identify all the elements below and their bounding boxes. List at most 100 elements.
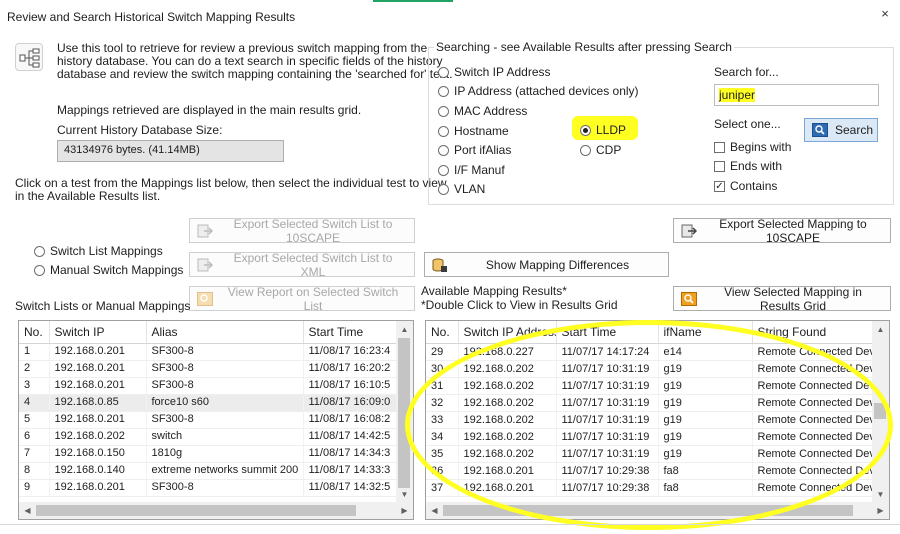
radio-ip-address[interactable]: IP Address (attached devices only) xyxy=(438,84,639,98)
scroll-up-icon[interactable]: ▲ xyxy=(396,321,413,338)
table-row[interactable]: 33 192.168.0.202 11/07/17 10:31:19 g19 Remot… xyxy=(426,411,875,429)
table-row[interactable]: 8 192.168.0.140 extreme networks summit 20… xyxy=(19,462,398,480)
right-horizontal-scrollbar[interactable]: ◀ ▶ xyxy=(426,502,889,519)
radio-circle xyxy=(34,264,45,276)
scroll-down-icon[interactable]: ▼ xyxy=(872,486,889,503)
table-cell: 33 xyxy=(426,411,459,429)
scroll-thumb[interactable] xyxy=(36,505,356,516)
left-vertical-scrollbar[interactable]: ▲ ▼ xyxy=(396,321,413,503)
table-cell: 11/07/17 10:29:38 xyxy=(556,479,659,497)
table-header-row: No. Switch IP Alias Start Time xyxy=(19,321,398,344)
scroll-right-icon[interactable]: ▶ xyxy=(872,502,889,519)
table-row[interactable]: 5 192.168.0.201 SF300-8 11/08/17 16:08:2 xyxy=(19,411,398,429)
radio-mac-address[interactable]: MAC Address xyxy=(438,104,527,118)
top-accent-bar xyxy=(0,0,900,3)
table-cell: SF300-8 xyxy=(146,411,304,429)
scroll-thumb[interactable] xyxy=(874,403,886,419)
table-cell: 192.168.0.201 xyxy=(49,360,147,378)
table-cell: fa8 xyxy=(658,479,753,497)
search-input[interactable]: juniper xyxy=(714,84,879,106)
table-row[interactable]: 34 192.168.0.202 11/07/17 10:31:19 g19 Remot… xyxy=(426,428,875,446)
table-cell: Remote Connected Dev xyxy=(752,343,875,361)
radio-if-manuf[interactable]: I/F Manuf xyxy=(438,163,505,177)
table-row[interactable]: 6 192.168.0.202 switch 11/08/17 14:42:5 xyxy=(19,428,398,446)
table-row[interactable]: 32 192.168.0.202 11/07/17 10:31:19 g19 Remot… xyxy=(426,394,875,412)
left-horizontal-scrollbar[interactable]: ◀ ▶ xyxy=(19,502,413,519)
column-header-string-found[interactable]: String Found xyxy=(752,321,875,344)
radio-circle xyxy=(438,125,449,137)
table-cell: e14 xyxy=(658,343,753,361)
table-cell: 192.168.0.202 xyxy=(458,411,557,429)
table-cell: 192.168.0.201 xyxy=(458,479,557,497)
table-row[interactable]: 30 192.168.0.202 11/07/17 10:31:19 g19 Remot… xyxy=(426,360,875,378)
show-mapping-differences-button[interactable]: Show Mapping Differences xyxy=(424,252,669,277)
scroll-left-icon[interactable]: ◀ xyxy=(426,502,443,519)
column-header-no[interactable]: No. xyxy=(426,321,459,344)
checkbox-ends-with[interactable]: Ends with xyxy=(714,159,782,173)
export-icon xyxy=(196,257,214,273)
column-header-no[interactable]: No. xyxy=(19,321,50,344)
close-icon[interactable]: × xyxy=(877,6,893,22)
column-header-start-time[interactable]: Start Time xyxy=(556,321,659,344)
radio-switch-ip[interactable]: Switch IP Address xyxy=(438,65,551,79)
table-cell: 11/08/17 14:34:3 xyxy=(303,445,398,463)
radio-port-ifalias[interactable]: Port ifAlias xyxy=(438,143,511,157)
dialog-border xyxy=(0,524,900,525)
column-header-switch-ip-address[interactable]: Switch IP Address xyxy=(458,321,557,344)
column-header-switch-ip[interactable]: Switch IP xyxy=(49,321,147,344)
table-row[interactable]: 2 192.168.0.201 SF300-8 11/08/17 16:20:2 xyxy=(19,360,398,378)
table-row[interactable]: 37 192.168.0.201 11/07/17 10:29:38 fa8 Remot… xyxy=(426,479,875,497)
available-results-table: No. Switch IP Address Start Time ifName … xyxy=(426,321,875,497)
table-cell: g19 xyxy=(658,411,753,429)
column-header-ifname[interactable]: ifName xyxy=(658,321,753,344)
table-cell: 30 xyxy=(426,360,459,378)
table-cell: 192.168.0.202 xyxy=(458,445,557,463)
column-header-alias[interactable]: Alias xyxy=(146,321,304,344)
table-row[interactable]: 9 192.168.0.201 SF300-8 11/08/17 14:32:5 xyxy=(19,479,398,497)
table-row[interactable]: 3 192.168.0.201 SF300-8 11/08/17 16:10:5 xyxy=(19,377,398,395)
table-row[interactable]: 29 192.168.0.227 11/07/17 14:17:24 e14 Remot… xyxy=(426,343,875,361)
radio-vlan[interactable]: VLAN xyxy=(438,182,485,196)
scroll-thumb[interactable] xyxy=(443,505,853,516)
scroll-down-icon[interactable]: ▼ xyxy=(396,486,413,503)
export-switch-list-xml-button[interactable]: Export Selected Switch List to XML xyxy=(189,251,415,279)
table-row[interactable]: 36 192.168.0.201 11/07/17 10:29:38 fa8 Remot… xyxy=(426,462,875,480)
radio-manual-switch-mappings[interactable]: Manual Switch Mappings xyxy=(34,263,183,277)
checkbox-begins-with[interactable]: Begins with xyxy=(714,140,791,154)
accent-stripe xyxy=(373,0,453,2)
scroll-left-icon[interactable]: ◀ xyxy=(19,502,36,519)
view-mapping-in-grid-button[interactable]: View Selected Mapping in Results Grid xyxy=(673,285,891,313)
table-cell: 7 xyxy=(19,445,50,463)
scroll-right-icon[interactable]: ▶ xyxy=(396,502,413,519)
view-report-button[interactable]: View Report on Selected Switch List xyxy=(189,285,415,313)
search-button[interactable]: Search xyxy=(804,118,878,142)
table-row[interactable]: 35 192.168.0.202 11/07/17 10:31:19 g19 Remot… xyxy=(426,445,875,463)
table-cell: switch xyxy=(146,428,304,446)
available-results-grid[interactable]: No. Switch IP Address Start Time ifName … xyxy=(425,320,890,520)
table-row[interactable]: 7 192.168.0.150 1810g 11/08/17 14:34:3 xyxy=(19,445,398,463)
checkbox-contains[interactable]: ✓ Contains xyxy=(714,179,777,193)
table-cell: 192.168.0.202 xyxy=(458,377,557,395)
table-cell: 4 xyxy=(19,394,50,412)
scroll-up-icon[interactable]: ▲ xyxy=(872,321,889,338)
radio-switch-list-mappings[interactable]: Switch List Mappings xyxy=(34,244,163,258)
check-icon: ✓ xyxy=(714,180,725,192)
table-row[interactable]: 31 192.168.0.202 11/07/17 10:31:19 g19 Remot… xyxy=(426,377,875,395)
scroll-thumb[interactable] xyxy=(398,338,410,488)
radio-hostname[interactable]: Hostname xyxy=(438,124,509,138)
radio-circle xyxy=(34,245,45,257)
export-mapping-10scape-button[interactable]: Export Selected Mapping to 10SCAPE xyxy=(673,217,891,245)
column-header-start-time[interactable]: Start Time xyxy=(303,321,398,344)
table-cell: 192.168.0.202 xyxy=(458,428,557,446)
switch-lists-grid[interactable]: No. Switch IP Alias Start Time 1 192.168.… xyxy=(18,320,414,520)
radio-circle xyxy=(438,105,449,117)
export-icon xyxy=(196,223,214,239)
table-row[interactable]: 1 192.168.0.201 SF300-8 11/08/17 16:23:4 xyxy=(19,343,398,361)
radio-cdp[interactable]: CDP xyxy=(580,143,621,157)
right-vertical-scrollbar[interactable]: ▲ ▼ xyxy=(872,321,889,503)
export-switch-list-10scape-button[interactable]: Export Selected Switch List to 10SCAPE xyxy=(189,217,415,245)
table-cell: 9 xyxy=(19,479,50,497)
radio-lldp[interactable]: LLDP xyxy=(580,123,626,137)
table-cell: 8 xyxy=(19,462,50,480)
table-row[interactable]: 4 192.168.0.85 force10 s60 11/08/17 16:09:0 xyxy=(19,394,398,412)
